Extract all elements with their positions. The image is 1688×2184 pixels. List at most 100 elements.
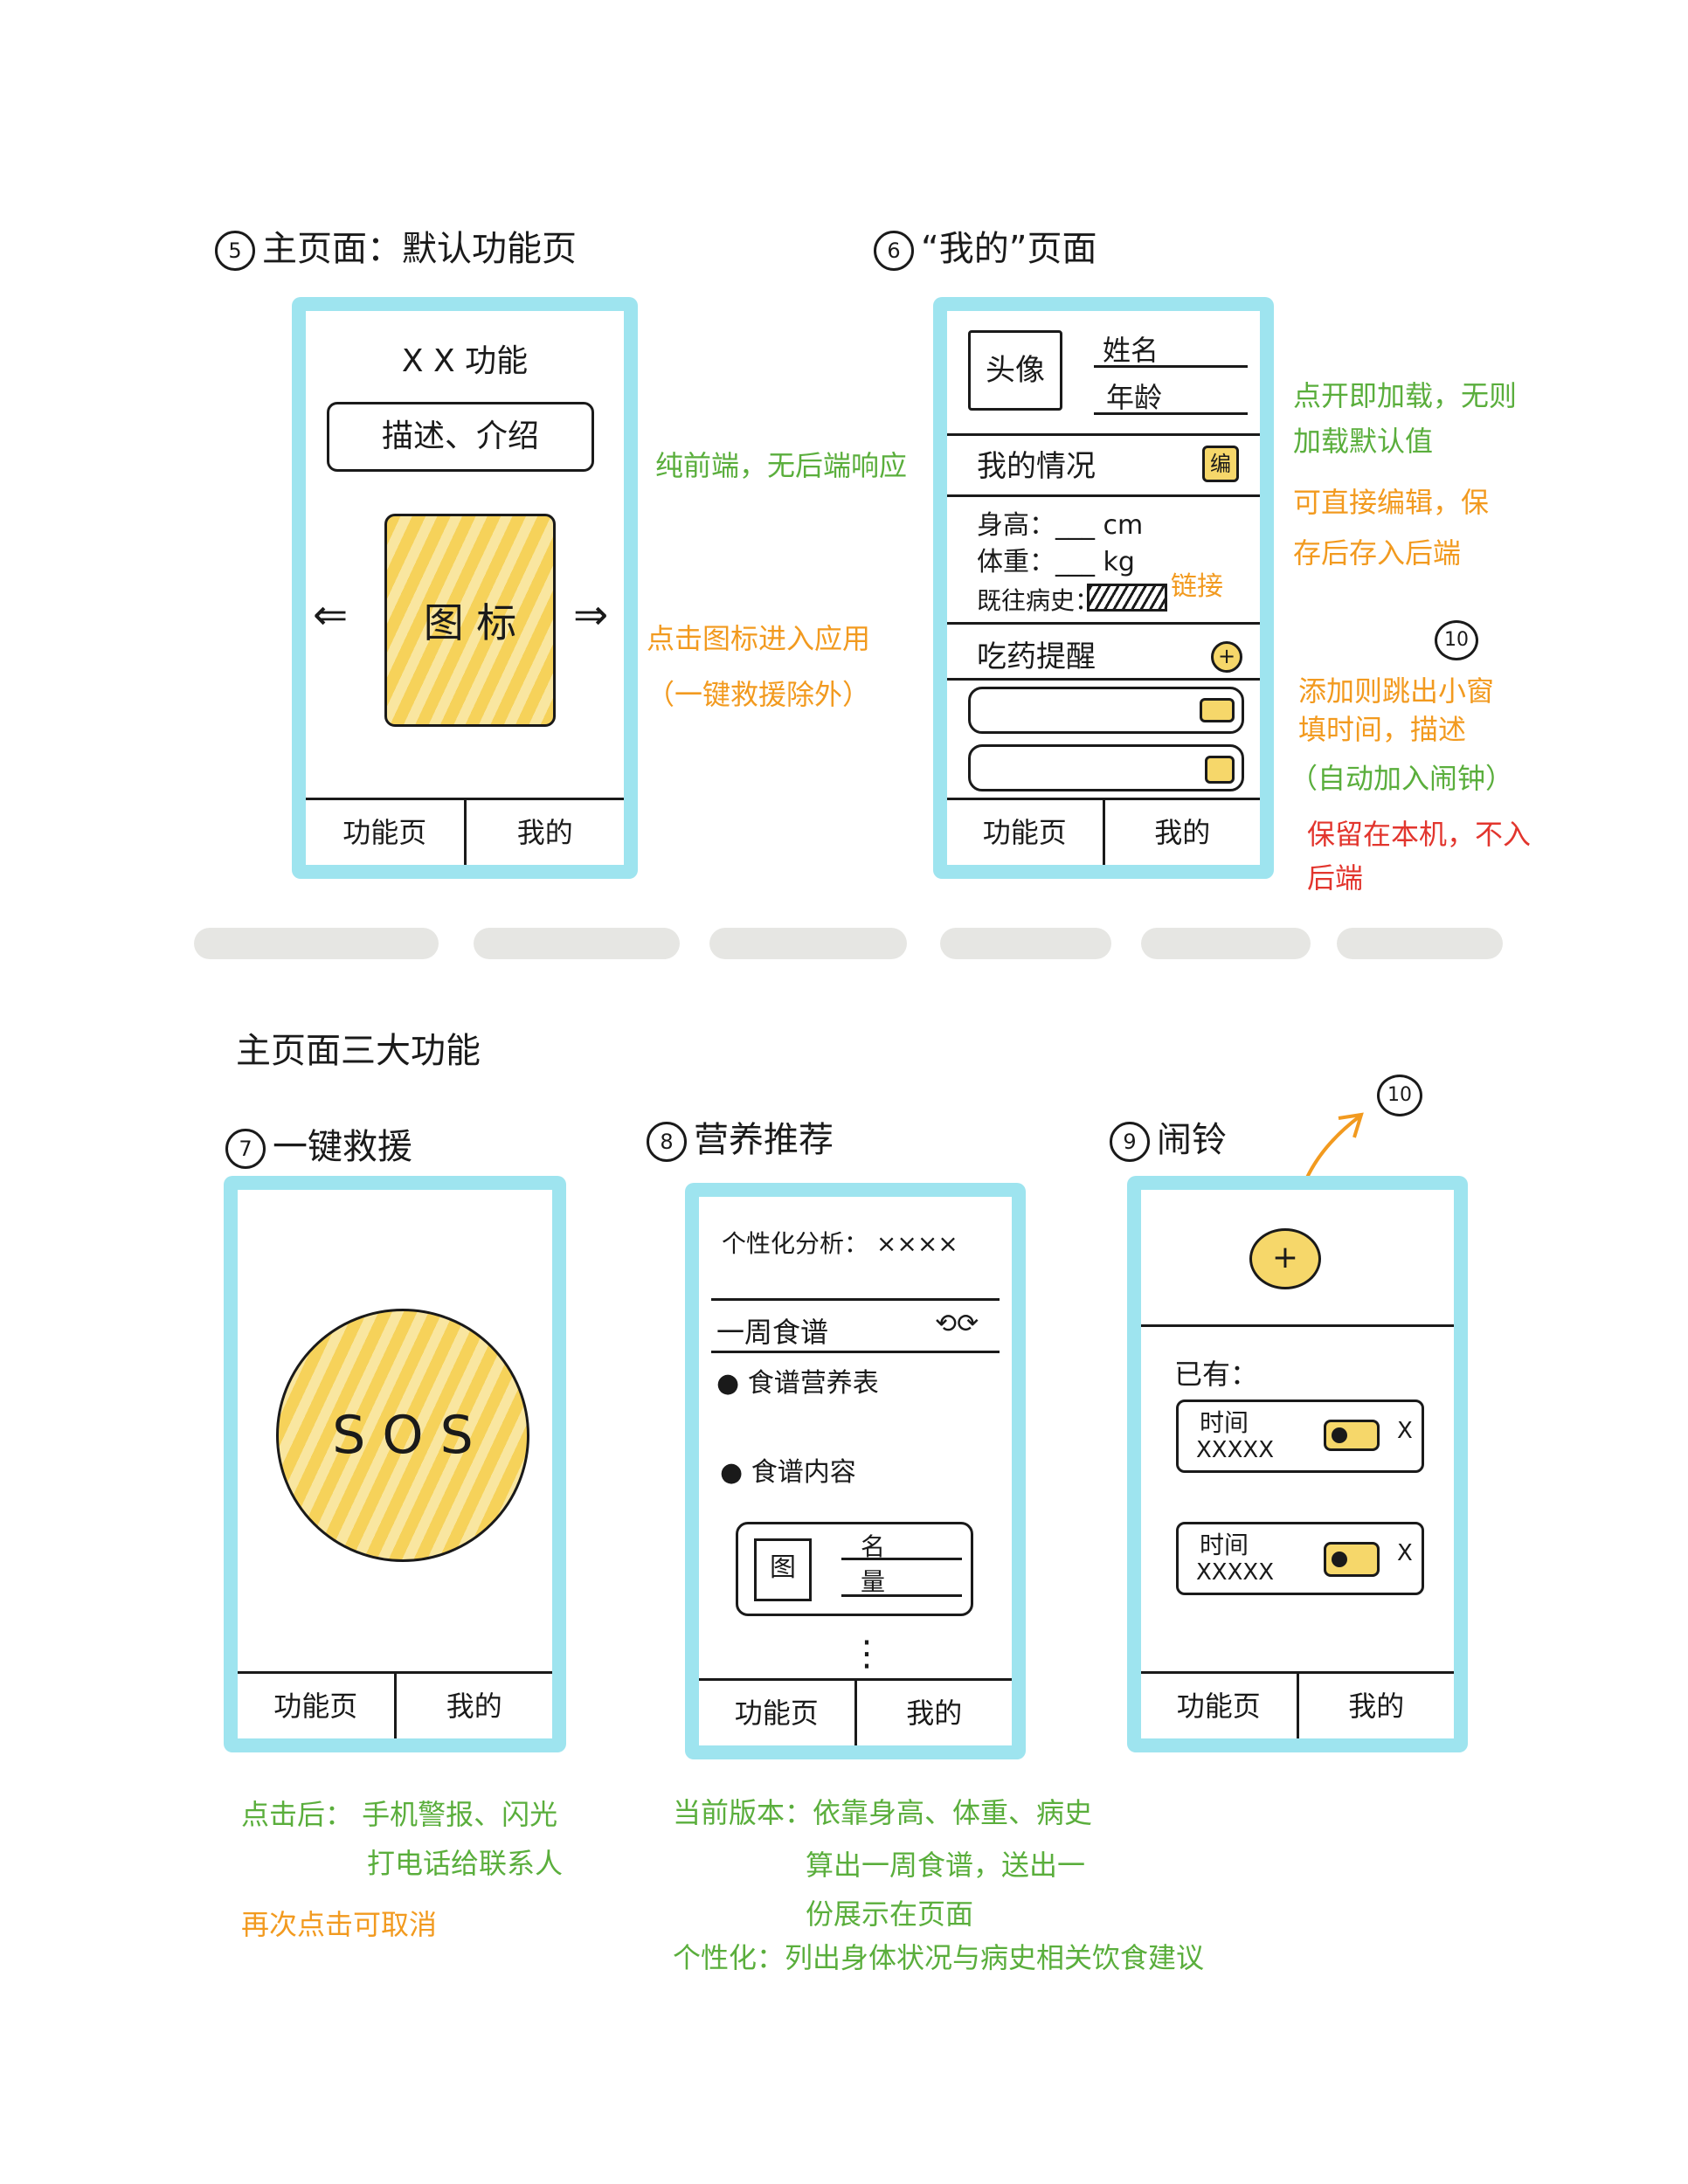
weight-field[interactable]: 体重：___ kg: [977, 540, 1135, 578]
history-link-note: 链接: [1171, 571, 1223, 602]
weekly-recipe-label: 一周食谱: [716, 1316, 829, 1349]
toggle-knob: [1332, 1552, 1347, 1567]
add-alarm-button[interactable]: +: [1249, 1228, 1321, 1289]
section-my-condition: 我的情况: [977, 449, 1096, 484]
tab-function-page[interactable]: 功能页: [699, 1681, 854, 1745]
divider: [947, 433, 1260, 436]
section-medicine-reminder: 吃药提醒: [977, 639, 1096, 674]
alarm-time: 时间: [1200, 1408, 1249, 1437]
panel6-note-edit-1: 可直接编辑，保: [1293, 486, 1490, 519]
panel8-note-2: 算出一周食谱，送出一: [806, 1849, 1086, 1882]
panel8-note-4: 个性化：列出身体状况与病史相关饮食建议: [673, 1941, 1205, 1974]
panel5-title: 5 主页面：默认功能页: [215, 220, 577, 271]
name-underline: [1094, 365, 1248, 368]
add-alarm-plus-icon: +: [1271, 1240, 1299, 1275]
qty-underline: [841, 1594, 962, 1597]
panel5-title-text: 主页面：默认功能页: [262, 229, 577, 269]
panel7-title: 7 一键救援: [225, 1118, 412, 1169]
age-underline: [1094, 412, 1248, 415]
panel7-title-text: 一键救援: [273, 1127, 412, 1167]
panel6-phone-frame: 头像 姓名 年龄 我的情况 编 身高：___ cm 体重：___ kg 既往病史…: [933, 297, 1274, 879]
alarm-delete-icon[interactable]: X: [1397, 1418, 1413, 1444]
divider: [711, 1351, 1000, 1353]
panel5-app-icon[interactable]: 图 标: [384, 514, 556, 727]
add-reminder-plus-icon[interactable]: +: [1211, 641, 1242, 673]
reminder-toggle[interactable]: [1200, 698, 1235, 722]
existing-label: 已有：: [1174, 1358, 1259, 1391]
panel9-number-badge: 9: [1110, 1122, 1150, 1162]
recipe-card[interactable]: 图 名 量: [736, 1522, 973, 1616]
alarm-desc: XXXXX: [1196, 1559, 1275, 1586]
panel5-note-frontend: 纯前端，无后端响应: [655, 449, 908, 482]
panel9-badge-10: 10: [1377, 1075, 1422, 1116]
tab-function-page[interactable]: 功能页: [306, 800, 464, 865]
panel5-description-box: 描述、介绍: [327, 402, 594, 472]
more-items-indicator: ⋮: [849, 1634, 884, 1674]
tab-mine[interactable]: 我的: [854, 1681, 1013, 1745]
reminder-item[interactable]: [968, 687, 1244, 734]
panel6-tab-bar: 功能页 我的: [947, 798, 1260, 865]
tab-mine[interactable]: 我的: [1296, 1674, 1455, 1738]
alarm-time: 时间: [1200, 1531, 1249, 1559]
edit-button[interactable]: 编: [1202, 446, 1239, 482]
panel6-note-add-3: （自动加入闹钟）: [1290, 762, 1514, 795]
panel5-tab-bar: 功能页 我的: [306, 798, 624, 865]
panel6-title: 6 “我的”页面: [874, 220, 1097, 271]
panel6-note-add-1: 添加则跳出小窗: [1298, 674, 1495, 708]
tab-function-page[interactable]: 功能页: [238, 1674, 394, 1738]
refresh-icon[interactable]: ⟲⟳: [935, 1309, 979, 1339]
alarm-desc: XXXXX: [1196, 1437, 1275, 1463]
panel5-phone-frame: X X 功能 描述、介绍 图 标 ⇐ ⇒ 功能页 我的: [292, 297, 638, 879]
panel9-title-text: 闹铃: [1157, 1120, 1227, 1160]
name-underline: [841, 1558, 962, 1560]
alarm-delete-icon[interactable]: X: [1397, 1540, 1413, 1566]
alarm-item[interactable]: 时间 XXXXX X: [1176, 1522, 1424, 1595]
plus-glyph: +: [1217, 644, 1236, 668]
profile-age[interactable]: 年龄: [1106, 376, 1162, 416]
history-link-field[interactable]: [1087, 584, 1167, 612]
left-arrow-icon[interactable]: ⇐: [313, 591, 348, 639]
panel6-note-edit-2: 存后存入后端: [1293, 536, 1462, 570]
panel8-title: 8 营养推荐: [647, 1111, 834, 1162]
reminder-toggle[interactable]: [1205, 756, 1235, 784]
alarm-toggle[interactable]: [1324, 1542, 1380, 1577]
height-field[interactable]: 身高：___ cm: [977, 503, 1143, 542]
panel6-note-load-2: 加载默认值: [1293, 425, 1434, 458]
tab-mine[interactable]: 我的: [393, 1674, 553, 1738]
panel7-number-badge: 7: [225, 1129, 266, 1169]
history-label: 既往病史：: [977, 586, 1100, 615]
bullet-nutrition-text: 食谱营养表: [747, 1368, 879, 1399]
panel5-note-click-icon: 点击图标进入应用: [647, 622, 871, 655]
panel7-phone-frame: S O S 功能页 我的: [224, 1176, 566, 1752]
tab-function-page[interactable]: 功能页: [947, 800, 1103, 865]
panel9-phone-frame: + 已有： 时间 XXXXX X 时间 XXXXX X 功能页 我的: [1127, 1176, 1468, 1752]
sos-button[interactable]: S O S: [276, 1309, 529, 1562]
panel8-number-badge: 8: [647, 1122, 687, 1162]
panel6-note-load-1: 点开即加载，无则: [1293, 379, 1518, 412]
avatar[interactable]: 头像: [968, 330, 1062, 411]
panel5-header: X X 功能: [401, 343, 529, 379]
panel6-badge-10: 10: [1435, 620, 1478, 660]
panel5-icon-label: 图 标: [423, 599, 517, 646]
divider: [947, 678, 1260, 681]
tab-mine[interactable]: 我的: [463, 800, 625, 865]
alarm-item[interactable]: 时间 XXXXX X: [1176, 1400, 1424, 1473]
panel5-note-except: （一键救援除外）: [647, 678, 871, 711]
alarm-toggle[interactable]: [1324, 1420, 1380, 1451]
tab-function-page[interactable]: 功能页: [1141, 1674, 1297, 1738]
profile-name[interactable]: 姓名: [1103, 328, 1159, 369]
bullet-recipe-content: ● 食谱内容: [720, 1450, 856, 1489]
bullet-recipe-text: 食谱内容: [751, 1457, 856, 1488]
panel6-note-save-2: 后端: [1307, 861, 1364, 895]
panel5-number-badge: 5: [215, 231, 255, 271]
tab-mine[interactable]: 我的: [1102, 800, 1261, 865]
panel7-note-1: 点击后： 手机警报、闪光: [241, 1798, 558, 1831]
right-arrow-icon[interactable]: ⇒: [573, 591, 608, 639]
panel6-note-add-2: 填时间，描述: [1298, 713, 1467, 746]
section-title: 主页面三大功能: [236, 1031, 481, 1071]
panel7-tab-bar: 功能页 我的: [238, 1671, 552, 1738]
panel8-phone-frame: 个性化分析： ×××× 一周食谱 ⟲⟳ ● 食谱营养表 ● 食谱内容 图 名 量…: [685, 1183, 1026, 1759]
section-separator: [709, 928, 907, 959]
reminder-item[interactable]: [968, 744, 1244, 791]
panel8-tab-bar: 功能页 我的: [699, 1678, 1012, 1745]
